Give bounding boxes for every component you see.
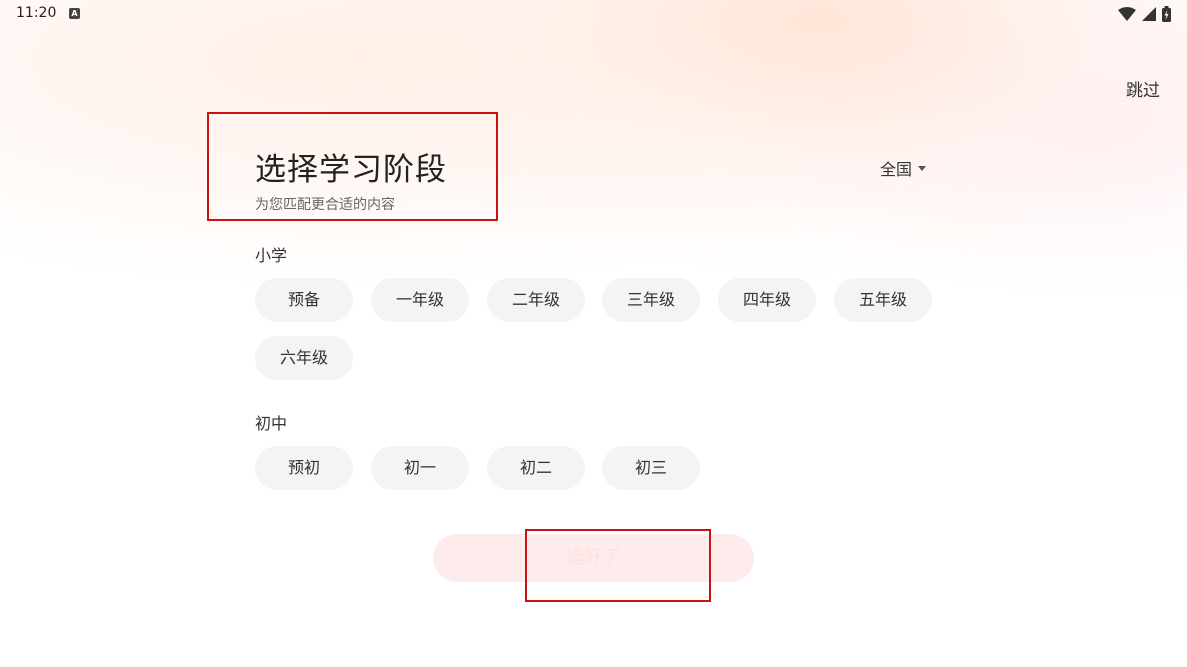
wifi-icon	[1118, 7, 1136, 21]
battery-charging-icon	[1162, 6, 1171, 22]
status-icons	[1118, 6, 1171, 22]
page-subtitle: 为您匹配更合适的内容	[255, 197, 395, 213]
grade-chip-grade-4[interactable]: 四年级	[718, 278, 816, 322]
grade-chip-grade-6[interactable]: 六年级	[255, 336, 353, 380]
grade-chip-grade-2[interactable]: 二年级	[487, 278, 585, 322]
confirm-button[interactable]: 选好了	[433, 534, 754, 582]
cellular-signal-icon	[1142, 7, 1156, 21]
status-bar: 11:20 A	[0, 0, 1187, 28]
grade-chip-grade-3[interactable]: 三年级	[602, 278, 700, 322]
grade-chip-grade-5[interactable]: 五年级	[834, 278, 932, 322]
status-time: 11:20	[16, 5, 57, 21]
grade-chip-junior-2[interactable]: 初二	[487, 446, 585, 490]
section-title-middle-school: 初中	[255, 414, 288, 433]
a-badge-icon: A	[69, 8, 80, 19]
region-selected-value: 全国	[880, 160, 913, 179]
grade-chip-grade-1[interactable]: 一年级	[371, 278, 469, 322]
skip-button[interactable]: 跳过	[1126, 76, 1160, 101]
grade-chip-junior-1[interactable]: 初一	[371, 446, 469, 490]
grade-chip-junior-3[interactable]: 初三	[602, 446, 700, 490]
page-title: 选择学习阶段	[255, 152, 447, 188]
region-dropdown[interactable]: 全国	[880, 156, 927, 180]
section-title-primary: 小学	[255, 246, 288, 265]
caret-down-icon	[918, 165, 927, 171]
grade-chip-prep[interactable]: 预备	[255, 278, 353, 322]
grade-chip-pre-junior[interactable]: 预初	[255, 446, 353, 490]
